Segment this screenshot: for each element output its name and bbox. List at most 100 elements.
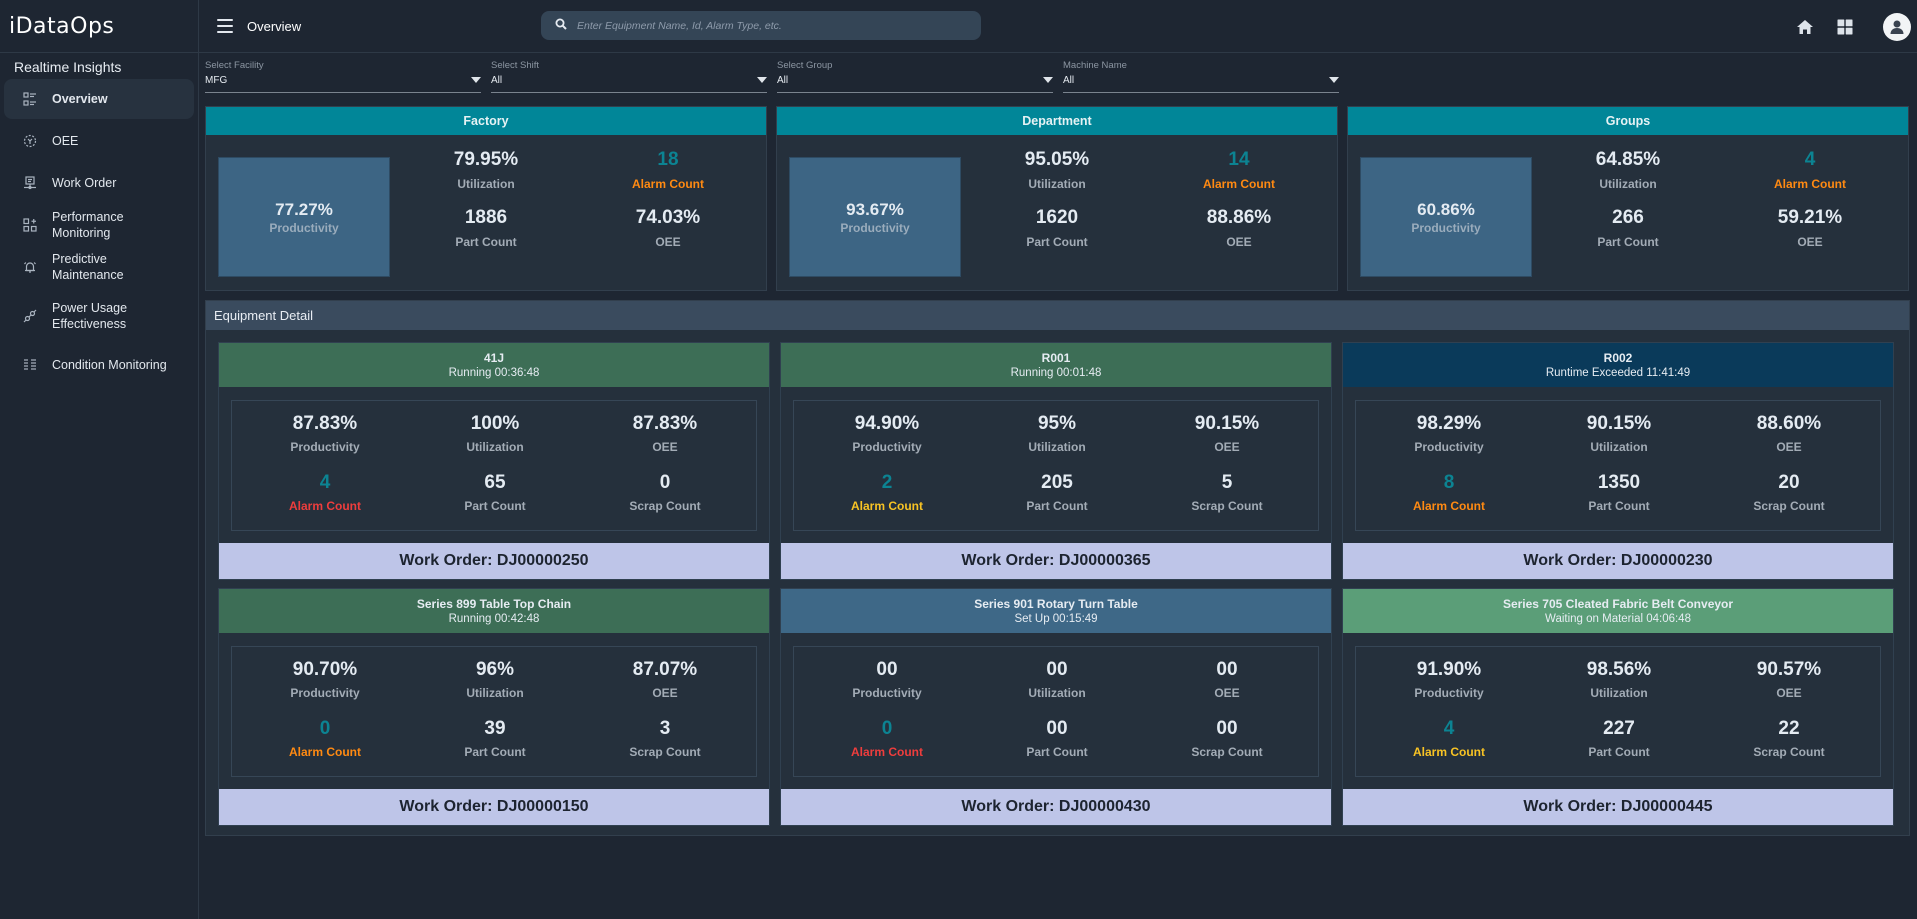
alarm-count-value: 14	[1228, 149, 1250, 170]
utilization-label: Utilization	[466, 440, 524, 454]
equipment-metrics: 94.90% Productivity 95% Utilization 90.1…	[793, 400, 1319, 531]
sidebar-nav: Overview OEE Work Order Performance Moni…	[0, 79, 198, 387]
part-count-value: 1620	[1035, 207, 1079, 228]
equipment-card[interactable]: 41J Running 00:36:48 87.83% Productivity…	[218, 342, 770, 580]
monitor-icon	[22, 175, 38, 191]
summary-card-title: Groups	[1348, 107, 1908, 135]
sidebar-item-work-order[interactable]: Work Order	[4, 163, 194, 203]
alarm-count-metric: 4 Alarm Count	[245, 472, 405, 513]
utilization-metric: 95.05% Utilization	[977, 149, 1137, 191]
productivity-label: Productivity	[290, 686, 360, 700]
equipment-card[interactable]: Series 899 Table Top Chain Running 00:42…	[218, 588, 770, 826]
home-icon[interactable]	[1795, 17, 1815, 37]
user-avatar-icon[interactable]	[1883, 12, 1911, 41]
equipment-card[interactable]: R002 Runtime Exceeded 11:41:49 98.29% Pr…	[1342, 342, 1894, 580]
scrap-count-label: Scrap Count	[629, 499, 701, 513]
oee-value: 74.03%	[635, 207, 701, 228]
alarm-count-label: Alarm Count	[851, 499, 923, 513]
oee-label: OEE	[1214, 686, 1240, 700]
utilization-metric: 95% Utilization	[977, 413, 1137, 454]
utilization-metric: 64.85% Utilization	[1548, 149, 1708, 191]
scrap-count-metric: 0 Scrap Count	[585, 472, 745, 513]
part-count-metric: 1350 Part Count	[1539, 472, 1699, 513]
work-order-link[interactable]: Work Order: DJ00000445	[1343, 789, 1893, 825]
oee-value: 88.86%	[1206, 207, 1272, 228]
utilization-value: 95.05%	[1024, 149, 1090, 170]
part-count-label: Part Count	[464, 499, 526, 513]
part-count-value: 227	[1603, 718, 1635, 739]
bell-icon	[22, 259, 38, 275]
utilization-value: 95%	[1037, 413, 1077, 434]
equipment-status: Running 00:36:48	[448, 367, 540, 379]
scrap-count-value: 20	[1778, 472, 1800, 493]
utilization-value: 79.95%	[453, 149, 519, 170]
sidebar-item-label: OEE	[52, 134, 79, 148]
alarm-count-value: 4	[1804, 149, 1816, 170]
menu-toggle-icon[interactable]	[217, 19, 233, 33]
part-count-metric: 227 Part Count	[1539, 718, 1699, 759]
oee-label: OEE	[652, 686, 678, 700]
sidebar-item-overview[interactable]: Overview	[4, 79, 194, 119]
sidebar-item-oee[interactable]: OEE	[4, 121, 194, 161]
utilization-label: Utilization	[1590, 686, 1648, 700]
sidebar-item-label: Predictive Maintenance	[52, 252, 124, 282]
equipment-metrics: 00 Productivity 00 Utilization 00 OEE 0 …	[793, 646, 1319, 777]
utilization-value: 00	[1046, 659, 1068, 680]
utilization-metric: 96% Utilization	[415, 659, 575, 700]
equipment-card[interactable]: Series 705 Cleated Fabric Belt Conveyor …	[1342, 588, 1894, 826]
scrap-count-metric: 20 Scrap Count	[1709, 472, 1869, 513]
group-select[interactable]: Select Group All	[777, 60, 1053, 103]
scrap-count-value: 00	[1216, 718, 1238, 739]
work-order-link[interactable]: Work Order: DJ00000230	[1343, 543, 1893, 579]
equipment-status: Waiting on Material 04:06:48	[1545, 613, 1691, 625]
work-order-link[interactable]: Work Order: DJ00000430	[781, 789, 1331, 825]
equipment-metrics: 91.90% Productivity 98.56% Utilization 9…	[1355, 646, 1881, 777]
equipment-card[interactable]: R001 Running 00:01:48 94.90% Productivit…	[780, 342, 1332, 580]
alarm-count-label: Alarm Count	[851, 745, 923, 759]
part-count-label: Part Count	[1026, 745, 1088, 759]
equipment-card-header: Series 899 Table Top Chain Running 00:42…	[219, 589, 769, 633]
sidebar-item-power-usage-effectiveness[interactable]: Power Usage Effectiveness	[4, 289, 194, 343]
brand-logo[interactable]: iDataOps	[0, 0, 198, 53]
alarm-count-label: Alarm Count	[289, 745, 361, 759]
scrap-count-label: Scrap Count	[1191, 499, 1263, 513]
sidebar-item-label: Work Order	[52, 176, 117, 190]
part-count-metric: 00 Part Count	[977, 718, 1137, 759]
utilization-label: Utilization	[1599, 177, 1657, 191]
equipment-card-header: Series 901 Rotary Turn Table Set Up 00:1…	[781, 589, 1331, 633]
apps-grid-icon[interactable]	[1835, 17, 1855, 37]
summary-card-title: Department	[777, 107, 1337, 135]
sidebar-item-condition-monitoring[interactable]: Condition Monitoring	[4, 345, 194, 385]
shift-select[interactable]: Select Shift All	[491, 60, 767, 103]
sidebar-item-predictive-maintenance[interactable]: Predictive Maintenance	[4, 247, 194, 287]
productivity-metric: 91.90% Productivity	[1369, 659, 1529, 700]
productivity-label: Productivity	[1414, 686, 1484, 700]
search-icon	[555, 17, 567, 35]
part-count-label: Part Count	[1026, 235, 1088, 249]
productivity-label: Productivity	[269, 220, 339, 235]
search-bar[interactable]	[541, 11, 981, 40]
utilization-value: 96%	[475, 659, 515, 680]
work-order-link[interactable]: Work Order: DJ00000250	[219, 543, 769, 579]
alarm-count-value: 0	[881, 718, 893, 739]
productivity-metric: 90.70% Productivity	[245, 659, 405, 700]
equipment-grid: 41J Running 00:36:48 87.83% Productivity…	[206, 330, 1909, 826]
filter-label: Machine Name	[1063, 60, 1127, 71]
alarm-count-label: Alarm Count	[1413, 745, 1485, 759]
productivity-value: 77.27%	[275, 199, 333, 219]
alarm-count-metric: 18 Alarm Count	[588, 149, 748, 191]
machine-name-select[interactable]: Machine Name All	[1063, 60, 1339, 103]
equipment-status: Running 00:01:48	[1010, 367, 1102, 379]
filter-bar: Select Facility MFG Select Shift All Sel…	[199, 53, 1917, 103]
part-count-value: 00	[1046, 718, 1068, 739]
part-count-value: 266	[1612, 207, 1644, 228]
work-order-link[interactable]: Work Order: DJ00000365	[781, 543, 1331, 579]
oee-value: 90.15%	[1194, 413, 1260, 434]
work-order-link[interactable]: Work Order: DJ00000150	[219, 789, 769, 825]
sidebar-item-performance-monitoring[interactable]: Performance Monitoring	[4, 205, 194, 245]
equipment-card[interactable]: Series 901 Rotary Turn Table Set Up 00:1…	[780, 588, 1332, 826]
productivity-metric: 87.83% Productivity	[245, 413, 405, 454]
search-input[interactable]	[577, 19, 957, 32]
facility-select[interactable]: Select Facility MFG	[205, 60, 481, 103]
part-count-value: 205	[1041, 472, 1073, 493]
